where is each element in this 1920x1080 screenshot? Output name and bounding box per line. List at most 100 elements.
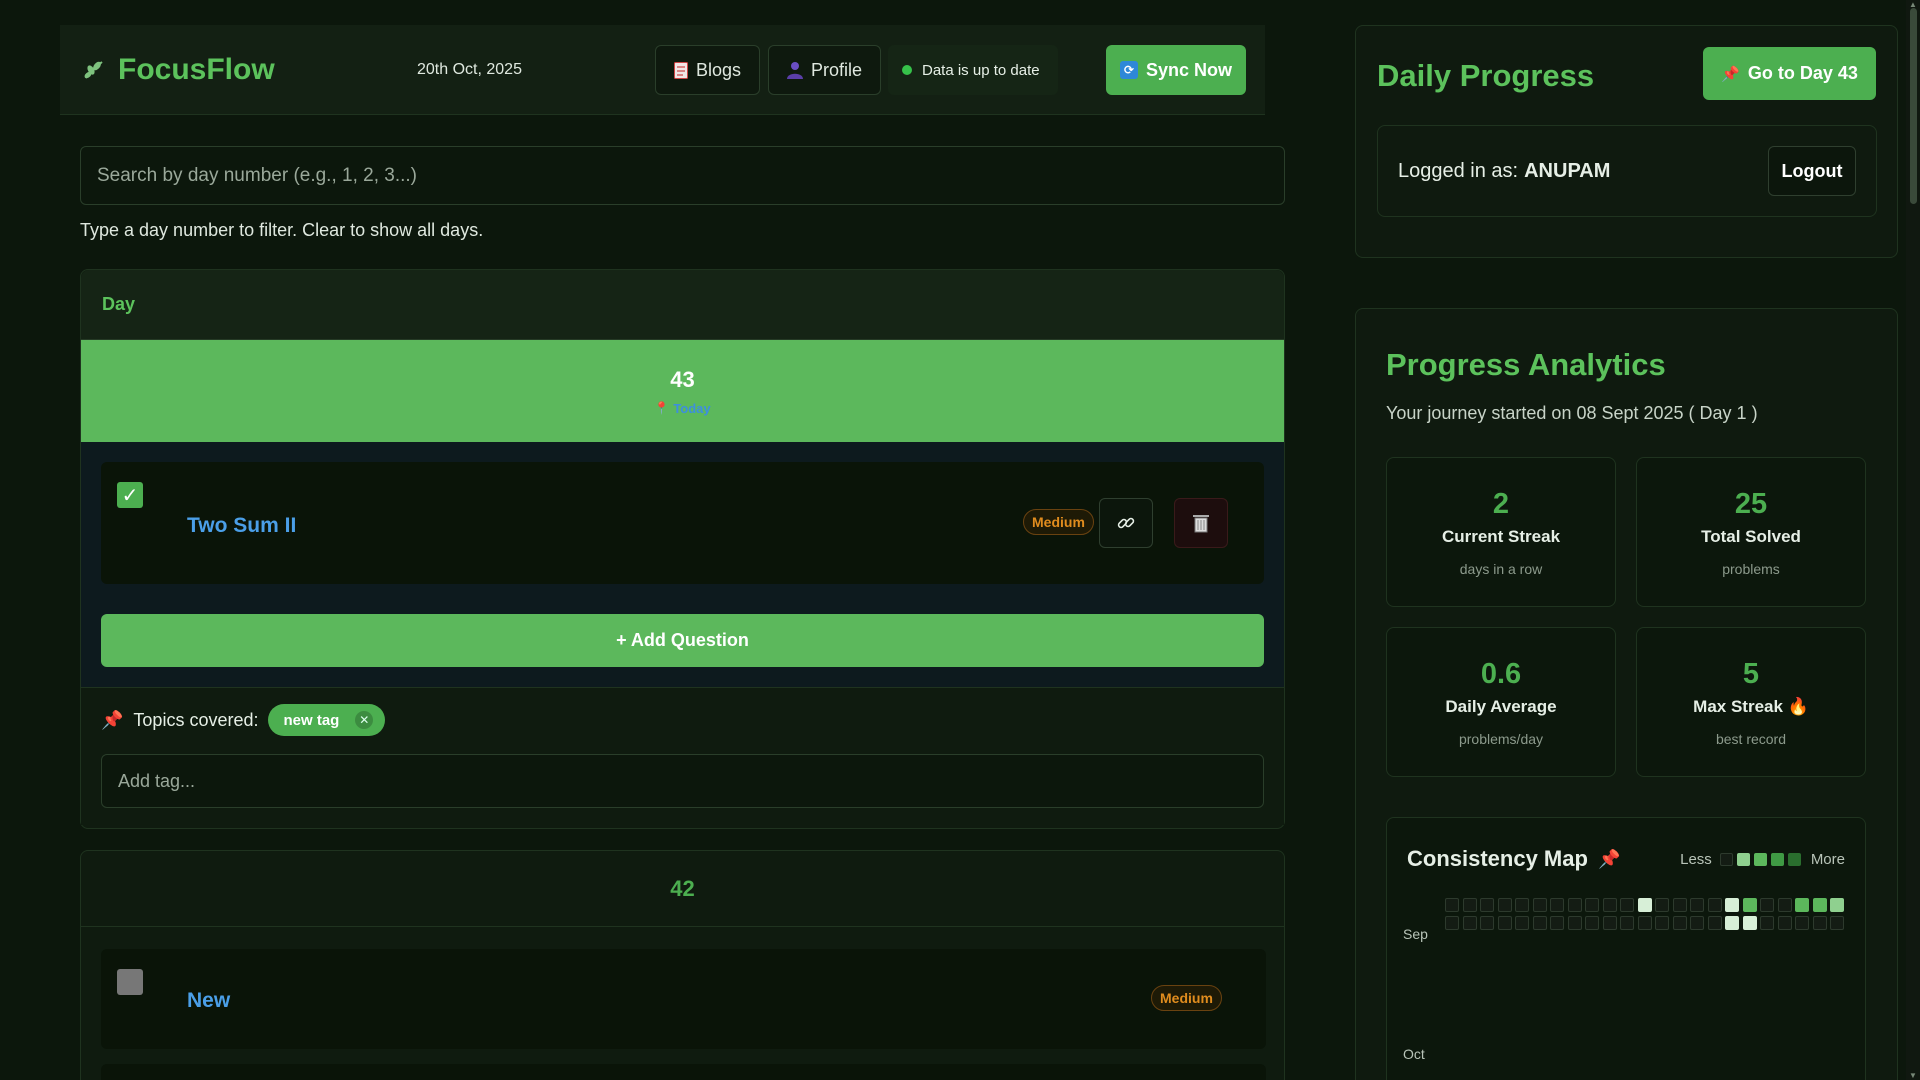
stat-sub: problems/day bbox=[1458, 730, 1544, 747]
daily-progress-title: Daily Progress bbox=[1377, 58, 1595, 93]
topics-label: Topics covered: bbox=[133, 709, 259, 730]
heatmap-cell bbox=[1637, 898, 1652, 912]
day-number: 43 bbox=[670, 366, 695, 392]
login-card: Logged in as: ANUPAM Logout bbox=[1377, 125, 1877, 217]
day-body: ✓ Two Sum II Medium + Add Question bbox=[81, 442, 1284, 687]
heatmap-cell bbox=[1760, 915, 1774, 930]
heatmap-cell bbox=[1777, 915, 1792, 930]
question-title[interactable]: Two Sum II bbox=[187, 514, 296, 538]
heatmap-cell bbox=[1515, 898, 1529, 912]
heatmap-cell bbox=[1795, 915, 1809, 930]
legend-less: Less bbox=[1680, 851, 1712, 868]
stat-daily-average: 0.6 Daily Average problems/day bbox=[1386, 627, 1616, 777]
blogs-button[interactable]: Blogs bbox=[655, 45, 761, 95]
refresh-icon: ⟳ bbox=[1119, 61, 1138, 79]
heatmap-cell bbox=[1445, 915, 1459, 930]
remove-tag-icon[interactable]: ✕ bbox=[355, 711, 374, 729]
heatmap-cell bbox=[1550, 915, 1564, 930]
stat-label: Total Solved bbox=[1701, 526, 1801, 546]
heatmap-cell bbox=[1672, 915, 1687, 930]
heatmap-cell bbox=[1462, 915, 1477, 930]
heatmap-cell bbox=[1532, 915, 1547, 930]
consistency-title: Consistency Map 📌 bbox=[1407, 846, 1620, 872]
app-logo[interactable]: FocusFlow bbox=[82, 53, 275, 87]
heatmap-cell bbox=[1707, 915, 1722, 930]
legend-swatch bbox=[1753, 853, 1767, 866]
question-card: New Medium bbox=[101, 949, 1266, 1049]
days-table: Day 43 📍 Today ✓ Two Sum II Medium + Add… bbox=[80, 269, 1285, 829]
consistency-map: Consistency Map 📌 Less More Sep Oct bbox=[1386, 817, 1866, 1080]
legend-swatch bbox=[1719, 853, 1733, 866]
scroll-thumb[interactable] bbox=[1910, 8, 1917, 204]
heatmap-cell bbox=[1550, 898, 1564, 912]
day-number[interactable]: 42 bbox=[81, 851, 1284, 927]
analytics-panel: Progress Analytics Your journey started … bbox=[1355, 308, 1898, 1080]
stat-sub: problems bbox=[1722, 560, 1780, 577]
link-button[interactable] bbox=[1099, 498, 1153, 548]
heatmap-cell bbox=[1672, 898, 1687, 912]
heatmap-cell bbox=[1830, 898, 1844, 912]
stat-label-text: Max Streak bbox=[1693, 696, 1783, 716]
heatmap-cell bbox=[1567, 898, 1582, 912]
stat-value: 2 bbox=[1492, 487, 1510, 520]
difficulty-badge: Medium bbox=[1151, 985, 1222, 1011]
pushpin-icon: 📌 bbox=[101, 709, 124, 730]
heatmap-cell bbox=[1462, 898, 1477, 912]
stat-sub: best record bbox=[1715, 730, 1787, 747]
pushpin-icon: 📌 bbox=[1721, 65, 1740, 83]
column-header-day: Day bbox=[102, 294, 136, 314]
profile-button[interactable]: Profile bbox=[768, 45, 882, 95]
difficulty-badge: Medium bbox=[1023, 509, 1094, 535]
question-checkbox[interactable]: ✓ bbox=[117, 482, 143, 508]
heatmap-cell bbox=[1585, 898, 1599, 912]
stat-current-streak: 2 Current Streak days in a row bbox=[1386, 457, 1616, 607]
sync-status: Data is up to date bbox=[888, 45, 1058, 95]
stat-value: 25 bbox=[1734, 487, 1768, 520]
heatmap-cell bbox=[1480, 915, 1494, 930]
topics-section: 📌 Topics covered: new tag ✕ bbox=[81, 687, 1284, 825]
go-to-day-button[interactable]: 📌 Go to Day 43 bbox=[1703, 47, 1876, 100]
month-label: Sep bbox=[1403, 926, 1428, 942]
heatmap-cell bbox=[1480, 898, 1494, 912]
question-card: ✓ Two Sum II Medium bbox=[101, 462, 1264, 584]
heatmap-cell bbox=[1532, 898, 1547, 912]
username: ANUPAM bbox=[1524, 159, 1611, 182]
add-tag-input[interactable] bbox=[101, 754, 1264, 808]
heatmap-cell bbox=[1602, 898, 1617, 912]
heatmap-cell bbox=[1690, 898, 1704, 912]
logged-in-prefix: Logged in as: bbox=[1398, 159, 1519, 182]
pin-icon: 📍 bbox=[654, 401, 670, 415]
stat-label: Daily Average bbox=[1445, 696, 1557, 716]
heatmap-cell bbox=[1725, 898, 1739, 912]
scroll-down-icon[interactable]: ▼ bbox=[1909, 1071, 1917, 1080]
day-row-header[interactable]: 43 📍 Today bbox=[81, 340, 1284, 442]
stat-label: Current Streak bbox=[1441, 526, 1561, 546]
heatmap-cell bbox=[1707, 898, 1722, 912]
delete-button[interactable] bbox=[1174, 498, 1228, 548]
add-question-button[interactable]: + Add Question bbox=[101, 614, 1264, 667]
page-scrollbar[interactable]: ▲ ▼ bbox=[1906, 0, 1920, 1080]
heatmap-cell bbox=[1830, 915, 1844, 930]
heatmap-cell bbox=[1742, 915, 1757, 930]
question-checkbox[interactable] bbox=[117, 969, 143, 995]
heatmap-cell bbox=[1795, 898, 1809, 912]
day-search-input[interactable] bbox=[80, 146, 1285, 205]
month-label: Oct bbox=[1403, 1046, 1425, 1062]
day-row-42: 42 New Medium bbox=[80, 850, 1285, 1080]
stat-label: Max Streak 🔥 bbox=[1693, 697, 1809, 717]
top-header: FocusFlow 20th Oct, 2025 Blogs Profile D… bbox=[60, 25, 1265, 115]
question-title[interactable]: New bbox=[187, 989, 230, 1013]
logout-button[interactable]: Logout bbox=[1768, 146, 1856, 196]
tag-label: new tag bbox=[283, 711, 340, 729]
header-date: 20th Oct, 2025 bbox=[417, 60, 522, 78]
status-text: Data is up to date bbox=[922, 61, 1040, 79]
sync-now-button[interactable]: ⟳ Sync Now bbox=[1106, 45, 1246, 95]
stat-value: 0.6 bbox=[1480, 657, 1522, 690]
heatmap-cell bbox=[1777, 898, 1792, 912]
trash-icon bbox=[1193, 515, 1209, 533]
stat-max-streak: 5 Max Streak 🔥 best record bbox=[1636, 627, 1866, 777]
fire-icon: 🔥 bbox=[1787, 696, 1809, 716]
heatmap-cell bbox=[1637, 915, 1652, 930]
stat-value: 5 bbox=[1742, 657, 1760, 690]
heatmap-cell bbox=[1725, 915, 1739, 930]
